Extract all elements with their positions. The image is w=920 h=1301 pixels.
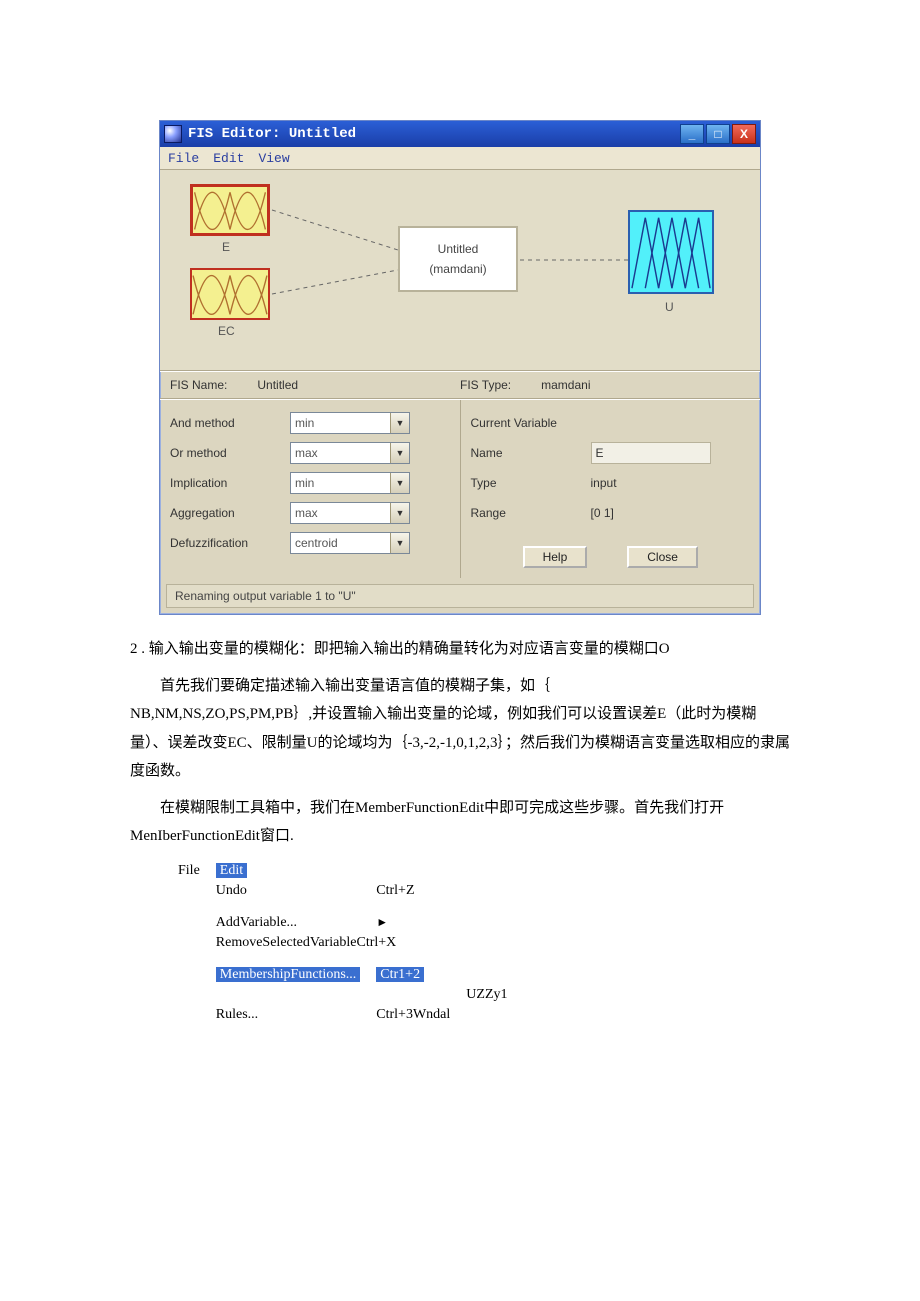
status-text: Renaming output variable 1 to "U" (175, 589, 356, 603)
menu-item-rules[interactable]: Rules... (208, 1005, 369, 1025)
menu-edit[interactable]: Edit (213, 151, 244, 166)
fis-canvas: E EC Untitled (mamdani) (160, 170, 760, 371)
mf-tri-icon (630, 212, 712, 292)
menu-shortcut-mf: Ctr1+2 (376, 967, 424, 982)
menu-shortcut-undo: Ctrl+Z (368, 881, 458, 901)
menu-file[interactable]: File (168, 151, 199, 166)
defuzz-dropdown[interactable]: centroid ▼ (290, 532, 410, 554)
window-title: FIS Editor: Untitled (188, 126, 680, 142)
var-range-value: [0 1] (591, 506, 614, 520)
close-window-button[interactable]: X (732, 124, 756, 144)
chevron-down-icon: ▼ (390, 413, 409, 433)
menu-shortcut-rules: Ctrl+3Wndal (368, 1005, 458, 1025)
output-u-label: U (665, 300, 674, 314)
defuzz-label: Defuzzification (170, 536, 290, 550)
rule-block-name: Untitled (438, 242, 479, 256)
var-type-label: Type (471, 476, 591, 490)
var-name-label: Name (471, 446, 591, 460)
and-method-dropdown[interactable]: min ▼ (290, 412, 410, 434)
status-bar: Renaming output variable 1 to "U" (166, 584, 754, 608)
or-method-label: Or method (170, 446, 290, 460)
help-button[interactable]: Help (523, 546, 588, 568)
rule-block-type: (mamdani) (429, 262, 486, 276)
aggregation-dropdown[interactable]: max ▼ (290, 502, 410, 524)
menu-item-membershipfunctions[interactable]: MembershipFunctions... (216, 967, 361, 982)
menu-item-removevariable[interactable]: RemoveSelectedVariableCtrl+X (208, 933, 459, 953)
or-method-value: max (295, 446, 318, 460)
fis-type-label: FIS Type: (460, 378, 511, 392)
menu-edit-label[interactable]: Edit (216, 863, 247, 878)
paragraph-2a: 首先我们要确定描述输入输出变量语言值的模糊子集，如｛ (130, 672, 790, 701)
aggregation-value: max (295, 506, 318, 520)
defuzz-value: centroid (295, 536, 338, 550)
implication-value: min (295, 476, 314, 490)
fis-type-value: mamdani (541, 378, 590, 392)
var-name-field[interactable]: E (591, 442, 711, 464)
fis-info-row: FIS Name: Untitled FIS Type: mamdani (160, 371, 760, 399)
aggregation-label: Aggregation (170, 506, 290, 520)
current-variable-panel: Current Variable Name E Type input Range… (461, 400, 761, 578)
paragraph-1: 2 . 输入输出变量的模糊化：即把输入输出的精确量转化为对应语言变量的模糊口O (130, 635, 790, 664)
menu-file-label[interactable]: File (170, 861, 208, 881)
minimize-button[interactable]: _ (680, 124, 704, 144)
fis-name-value: Untitled (257, 378, 298, 392)
current-variable-heading: Current Variable (471, 416, 591, 430)
var-range-label: Range (471, 506, 591, 520)
submenu-arrow-icon: ► (368, 913, 458, 933)
menu-item-undo[interactable]: Undo (208, 881, 369, 901)
and-method-label: And method (170, 416, 290, 430)
paragraph-3: 在模糊限制工具箱中，我们在MemberFunctionEdit中即可完成这些步骤… (130, 794, 790, 851)
app-icon (164, 125, 182, 143)
chevron-down-icon: ▼ (390, 473, 409, 493)
output-var-u[interactable] (628, 210, 714, 294)
menu-item-addvariable[interactable]: AddVariable... (208, 913, 369, 933)
paragraph-2b: NB,NM,NS,ZO,PS,PM,PB｝,并设置输入输出变量的论域，例如我们可… (130, 700, 790, 786)
titlebar[interactable]: FIS Editor: Untitled _ □ X (160, 121, 760, 147)
var-type-value: input (591, 476, 617, 490)
and-method-value: min (295, 416, 314, 430)
menu-view[interactable]: View (258, 151, 289, 166)
side-text-uzzy1: UZZy1 (458, 985, 515, 1005)
rule-block[interactable]: Untitled (mamdani) (398, 226, 518, 292)
chevron-down-icon: ▼ (390, 443, 409, 463)
implication-dropdown[interactable]: min ▼ (290, 472, 410, 494)
fis-name-label: FIS Name: (170, 378, 227, 392)
var-name-value: E (596, 446, 604, 460)
maximize-button[interactable]: □ (706, 124, 730, 144)
implication-label: Implication (170, 476, 290, 490)
edit-menu-figure: File Edit Undo Ctrl+Z AddVariable... ► R… (170, 861, 790, 1025)
fis-editor-window: FIS Editor: Untitled _ □ X File Edit Vie… (159, 120, 761, 615)
close-button[interactable]: Close (627, 546, 698, 568)
or-method-dropdown[interactable]: max ▼ (290, 442, 410, 464)
chevron-down-icon: ▼ (390, 503, 409, 523)
chevron-down-icon: ▼ (390, 533, 409, 553)
menubar: File Edit View (160, 147, 760, 170)
methods-panel: And method min ▼ Or method max ▼ Implica… (160, 400, 461, 578)
